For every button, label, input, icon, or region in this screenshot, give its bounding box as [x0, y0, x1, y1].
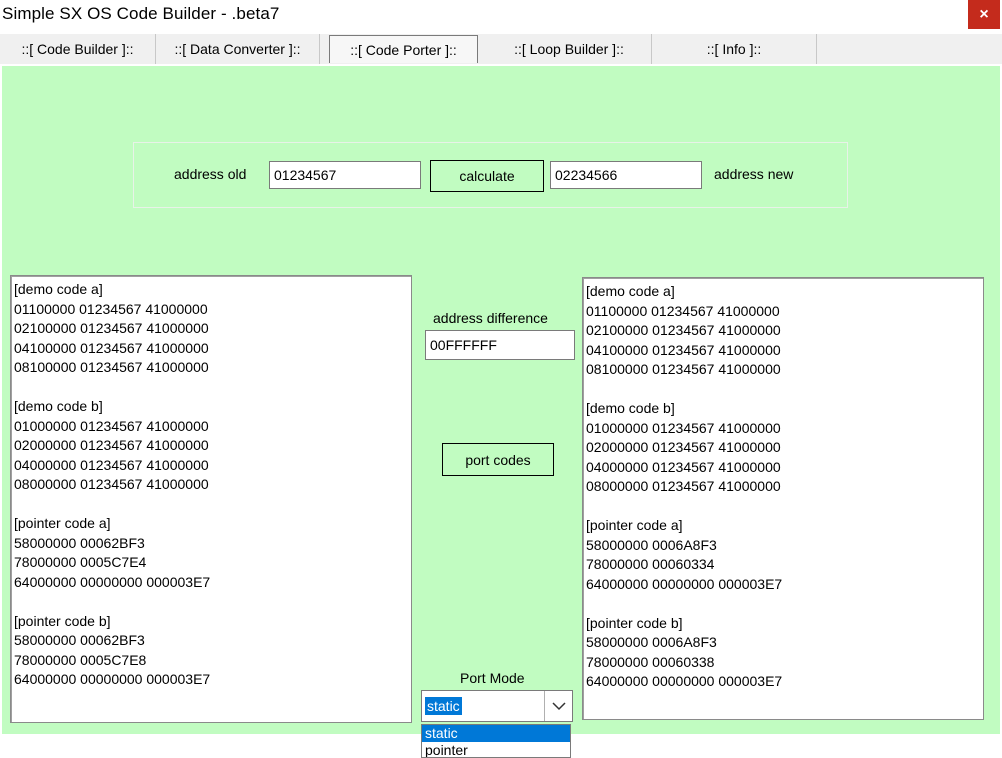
input-code-line: 78000000 0005C7E8 — [14, 651, 147, 668]
input-code-line: 01000000 01234567 41000000 — [14, 417, 209, 434]
output-code-line: 08100000 01234567 41000000 — [586, 361, 781, 377]
port-mode-select[interactable]: static — [421, 690, 573, 722]
input-code-line — [14, 495, 408, 515]
input-code-line: 02100000 01234567 41000000 — [14, 320, 209, 336]
output-code-line: [demo code a] — [586, 283, 675, 299]
tab-code-builder[interactable]: ::[ Code Builder ]:: — [0, 34, 156, 64]
close-button[interactable]: × — [968, 0, 1000, 29]
port-mode-selected-value: static — [425, 697, 462, 715]
address-old-label: address old — [174, 166, 247, 182]
output-code-line: 78000000 00060338 — [586, 653, 715, 670]
output-code-line: 04100000 01234567 41000000 — [586, 341, 781, 358]
calculate-button[interactable]: calculate — [430, 160, 544, 192]
port-mode-dropdown-list: static pointer — [421, 724, 571, 758]
input-code-line: 02000000 01234567 41000000 — [14, 437, 209, 453]
output-code-line: [demo code b] — [586, 400, 675, 416]
input-code-line: 58000000 00062BF3 — [14, 632, 145, 648]
output-code-line: 08000000 01234567 41000000 — [586, 478, 781, 494]
input-code-line: 78000000 0005C7E4 — [14, 554, 147, 570]
input-code-line: 04100000 01234567 41000000 — [14, 339, 209, 356]
input-code-line: 58000000 00062BF3 — [14, 534, 145, 551]
tab-info[interactable]: ::[ Info ]:: — [652, 34, 817, 64]
tab-data-converter[interactable]: ::[ Data Converter ]:: — [156, 34, 320, 64]
output-code-line: [pointer code a] — [586, 517, 683, 533]
tab-loop-builder[interactable]: ::[ Loop Builder ]:: — [487, 34, 652, 64]
address-difference-field[interactable] — [425, 330, 575, 360]
input-code-line: 04000000 01234567 41000000 — [14, 456, 209, 473]
input-code-textarea[interactable]: [demo code a] 01100000 01234567 41000000… — [10, 275, 412, 723]
address-new-input[interactable] — [550, 161, 702, 189]
input-code-line: 08100000 01234567 41000000 — [14, 359, 209, 375]
output-code-line: 02100000 01234567 41000000 — [586, 322, 781, 338]
input-code-line — [14, 378, 408, 398]
port-mode-option-pointer[interactable]: pointer — [422, 742, 570, 757]
tab-code-porter[interactable]: ::[ Code Porter ]:: — [329, 35, 478, 63]
input-code-line — [14, 592, 408, 612]
port-mode-label: Port Mode — [460, 670, 525, 686]
tab-strip: ::[ Code Builder ]:: ::[ Data Converter … — [0, 34, 1002, 64]
code-porter-pane: address old calculate address new [demo … — [2, 66, 1000, 734]
input-code-line: 08000000 01234567 41000000 — [14, 476, 209, 492]
window-title: Simple SX OS Code Builder - .beta7 — [2, 4, 280, 23]
output-code-line: 04000000 01234567 41000000 — [586, 458, 781, 475]
output-code-line — [586, 497, 980, 517]
input-code-line: [demo code b] — [14, 398, 103, 414]
title-bar: Simple SX OS Code Builder - .beta7 × — [0, 0, 1002, 34]
output-code-line: 64000000 00000000 000003E7 — [586, 673, 783, 689]
output-code-textarea[interactable]: [demo code a] 01100000 01234567 41000000… — [582, 277, 984, 720]
input-code-line: [pointer code b] — [14, 612, 111, 629]
output-code-line: 58000000 0006A8F3 — [586, 536, 717, 553]
output-code-line — [586, 594, 980, 614]
output-code-line: [pointer code b] — [586, 614, 683, 631]
address-difference-label: address difference — [433, 310, 548, 326]
close-icon: × — [979, 5, 989, 23]
output-code-line: 58000000 0006A8F3 — [586, 634, 717, 650]
input-code-line: 01100000 01234567 41000000 — [14, 300, 208, 317]
input-code-line: 64000000 00000000 000003E7 — [14, 671, 211, 687]
input-code-line: [demo code a] — [14, 281, 103, 297]
address-old-input[interactable] — [269, 161, 421, 189]
output-code-line: 64000000 00000000 000003E7 — [586, 575, 783, 592]
input-code-line: [pointer code a] — [14, 515, 111, 531]
address-new-label: address new — [714, 166, 794, 182]
port-mode-dropdown-button[interactable] — [544, 691, 572, 721]
port-mode-option-static[interactable]: static — [422, 725, 570, 742]
port-codes-button[interactable]: port codes — [442, 443, 554, 476]
output-code-line: 78000000 00060334 — [586, 556, 715, 572]
input-code-line: 64000000 00000000 000003E7 — [14, 573, 211, 590]
chevron-down-icon — [551, 702, 566, 711]
output-code-line: 01100000 01234567 41000000 — [586, 302, 780, 319]
output-code-line: 02000000 01234567 41000000 — [586, 439, 781, 455]
output-code-line — [586, 380, 980, 400]
output-code-line: 01000000 01234567 41000000 — [586, 419, 781, 436]
